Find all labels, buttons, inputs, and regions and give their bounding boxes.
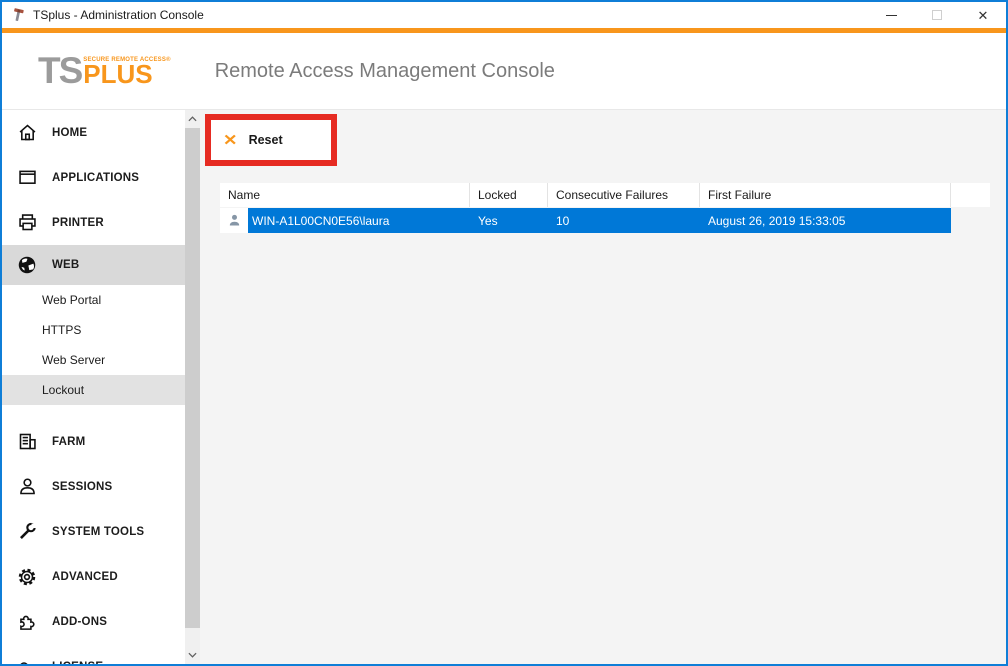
sidebar-item-label: SYSTEM TOOLS [52, 526, 144, 538]
sidebar-item-add-ons[interactable]: ADD-ONS [2, 599, 185, 644]
titlebar: TSplus - Administration Console ✕ [2, 2, 1006, 28]
sidebar-item-label: LICENSE [52, 661, 103, 665]
sidebar-scrollbar[interactable] [185, 110, 200, 664]
selected-row-highlight[interactable]: WIN-A1L00CN0E56\laura Yes 10 August 26, … [248, 208, 951, 233]
sidebar-subitem-web-server[interactable]: Web Server [2, 345, 185, 375]
table-row[interactable]: WIN-A1L00CN0E56\laura Yes 10 August 26, … [220, 208, 990, 233]
sidebar-item-label: FARM [52, 436, 85, 448]
cell-first-failure: August 26, 2019 15:33:05 [700, 208, 951, 233]
sidebar-item-web[interactable]: WEB [2, 245, 185, 285]
scroll-up-button[interactable] [185, 110, 200, 128]
printer-icon [15, 211, 39, 235]
column-header-blank [951, 183, 990, 207]
sidebar-item-advanced[interactable]: ADVANCED [2, 554, 185, 599]
sidebar-item-sessions[interactable]: SESSIONS [2, 464, 185, 509]
close-icon: ✕ [978, 9, 989, 22]
sidebar-subitem-label: Web Portal [42, 293, 101, 307]
page-title: Remote Access Management Console [215, 60, 555, 83]
scroll-down-button[interactable] [185, 646, 200, 664]
column-header-first-failure[interactable]: First Failure [700, 183, 951, 207]
close-button[interactable]: ✕ [960, 2, 1006, 28]
sidebar-subitem-label: Lockout [42, 383, 84, 397]
window-title: TSplus - Administration Console [33, 8, 204, 22]
column-header-consecutive-failures[interactable]: Consecutive Failures [548, 183, 700, 207]
cell-consecutive-failures: 10 [548, 208, 700, 233]
sidebar: HOME APPLICATIONS PRINTER [2, 110, 185, 664]
user-icon-cell [220, 208, 248, 233]
sidebar-item-license[interactable]: LICENSE [2, 644, 185, 664]
app-body: HOME APPLICATIONS PRINTER [2, 110, 1006, 664]
sidebar-item-home[interactable]: HOME [2, 110, 185, 155]
web-icon [15, 253, 39, 277]
add-ons-icon [15, 610, 39, 634]
sidebar-spacer [2, 405, 185, 419]
main-content: ✕ Reset Name Locked Consecutive Failures… [200, 110, 1006, 664]
sidebar-item-label: WEB [52, 259, 79, 271]
lockout-table: Name Locked Consecutive Failures First F… [220, 183, 990, 233]
cell-name: WIN-A1L00CN0E56\laura [248, 208, 470, 233]
chevron-down-icon [188, 652, 197, 658]
chevron-up-icon [188, 116, 197, 122]
user-icon [227, 213, 242, 228]
sidebar-subitem-label: Web Server [42, 353, 105, 367]
scrollbar-thumb[interactable] [185, 128, 200, 628]
sidebar-item-applications[interactable]: APPLICATIONS [2, 155, 185, 200]
sidebar-subitem-https[interactable]: HTTPS [2, 315, 185, 345]
sidebar-subitem-label: HTTPS [42, 323, 81, 337]
license-icon [15, 655, 39, 665]
table-header-row: Name Locked Consecutive Failures First F… [220, 183, 990, 207]
applications-icon [15, 166, 39, 190]
tsplus-logo: TS SECURE REMOTE ACCESS® PLUS [38, 57, 171, 85]
system-tools-icon [15, 520, 39, 544]
sidebar-item-label: SESSIONS [52, 481, 112, 493]
window-controls: ✕ [868, 2, 1006, 28]
sidebar-item-label: ADVANCED [52, 571, 118, 583]
header: TS SECURE REMOTE ACCESS® PLUS Remote Acc… [2, 33, 1006, 110]
sidebar-item-label: HOME [52, 127, 87, 139]
reset-button-label: Reset [249, 133, 283, 147]
sidebar-item-label: ADD-ONS [52, 616, 107, 628]
sidebar-item-label: APPLICATIONS [52, 172, 139, 184]
sidebar-subitem-web-portal[interactable]: Web Portal [2, 285, 185, 315]
logo-plus-text: PLUS [83, 63, 170, 85]
sidebar-item-label: PRINTER [52, 217, 104, 229]
sidebar-subitem-lockout[interactable]: Lockout [2, 375, 185, 405]
sidebar-item-system-tools[interactable]: SYSTEM TOOLS [2, 509, 185, 554]
app-icon [10, 7, 26, 23]
maximize-button[interactable] [914, 2, 960, 28]
column-header-name[interactable]: Name [220, 183, 470, 207]
minimize-button[interactable] [868, 2, 914, 28]
reset-button[interactable]: ✕ Reset [211, 120, 331, 160]
sessions-icon [15, 475, 39, 499]
advanced-icon [15, 565, 39, 589]
cell-locked: Yes [470, 208, 548, 233]
logo-ts-text: TS [38, 57, 81, 85]
farm-icon [15, 430, 39, 454]
sidebar-item-printer[interactable]: PRINTER [2, 200, 185, 245]
maximize-icon [932, 10, 942, 20]
reset-highlight-annotation: ✕ Reset [205, 114, 337, 166]
home-icon [15, 121, 39, 145]
minimize-icon [886, 15, 897, 16]
sidebar-item-farm[interactable]: FARM [2, 419, 185, 464]
column-header-locked[interactable]: Locked [470, 183, 548, 207]
app-window: TSplus - Administration Console ✕ TS SEC… [0, 0, 1008, 666]
reset-x-icon: ✕ [223, 133, 237, 148]
